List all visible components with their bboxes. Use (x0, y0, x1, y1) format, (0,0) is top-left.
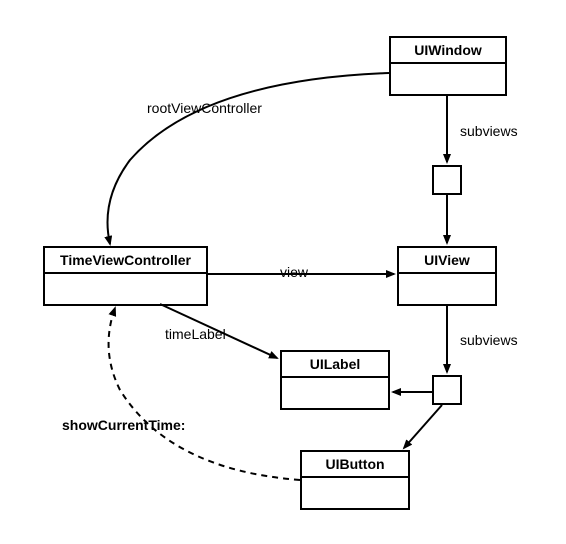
label-rootviewcontroller: rootViewController (147, 100, 262, 116)
class-uibutton: UIButton (300, 450, 410, 510)
class-title: TimeViewController (45, 248, 206, 274)
collection-box-1 (432, 165, 462, 195)
class-title: UIButton (302, 452, 408, 478)
class-timeviewcontroller: TimeViewController (43, 246, 208, 306)
label-timelabel: timeLabel (165, 326, 226, 342)
class-title: UIView (399, 248, 495, 274)
edge-box2-uibutton (404, 405, 442, 448)
class-uilabel: UILabel (280, 350, 390, 410)
label-subviews-1: subviews (460, 123, 518, 139)
label-showcurrenttime: showCurrentTime: (62, 417, 185, 433)
class-uiwindow: UIWindow (389, 36, 507, 96)
collection-box-2 (432, 375, 462, 405)
label-view: view (280, 264, 308, 280)
class-uiview: UIView (397, 246, 497, 306)
class-title: UIWindow (391, 38, 505, 64)
diagram-canvas: UIWindow TimeViewController UIView UILab… (0, 0, 566, 544)
edge-rootviewcontroller (108, 73, 390, 244)
label-subviews-2: subviews (460, 332, 518, 348)
class-title: UILabel (282, 352, 388, 378)
